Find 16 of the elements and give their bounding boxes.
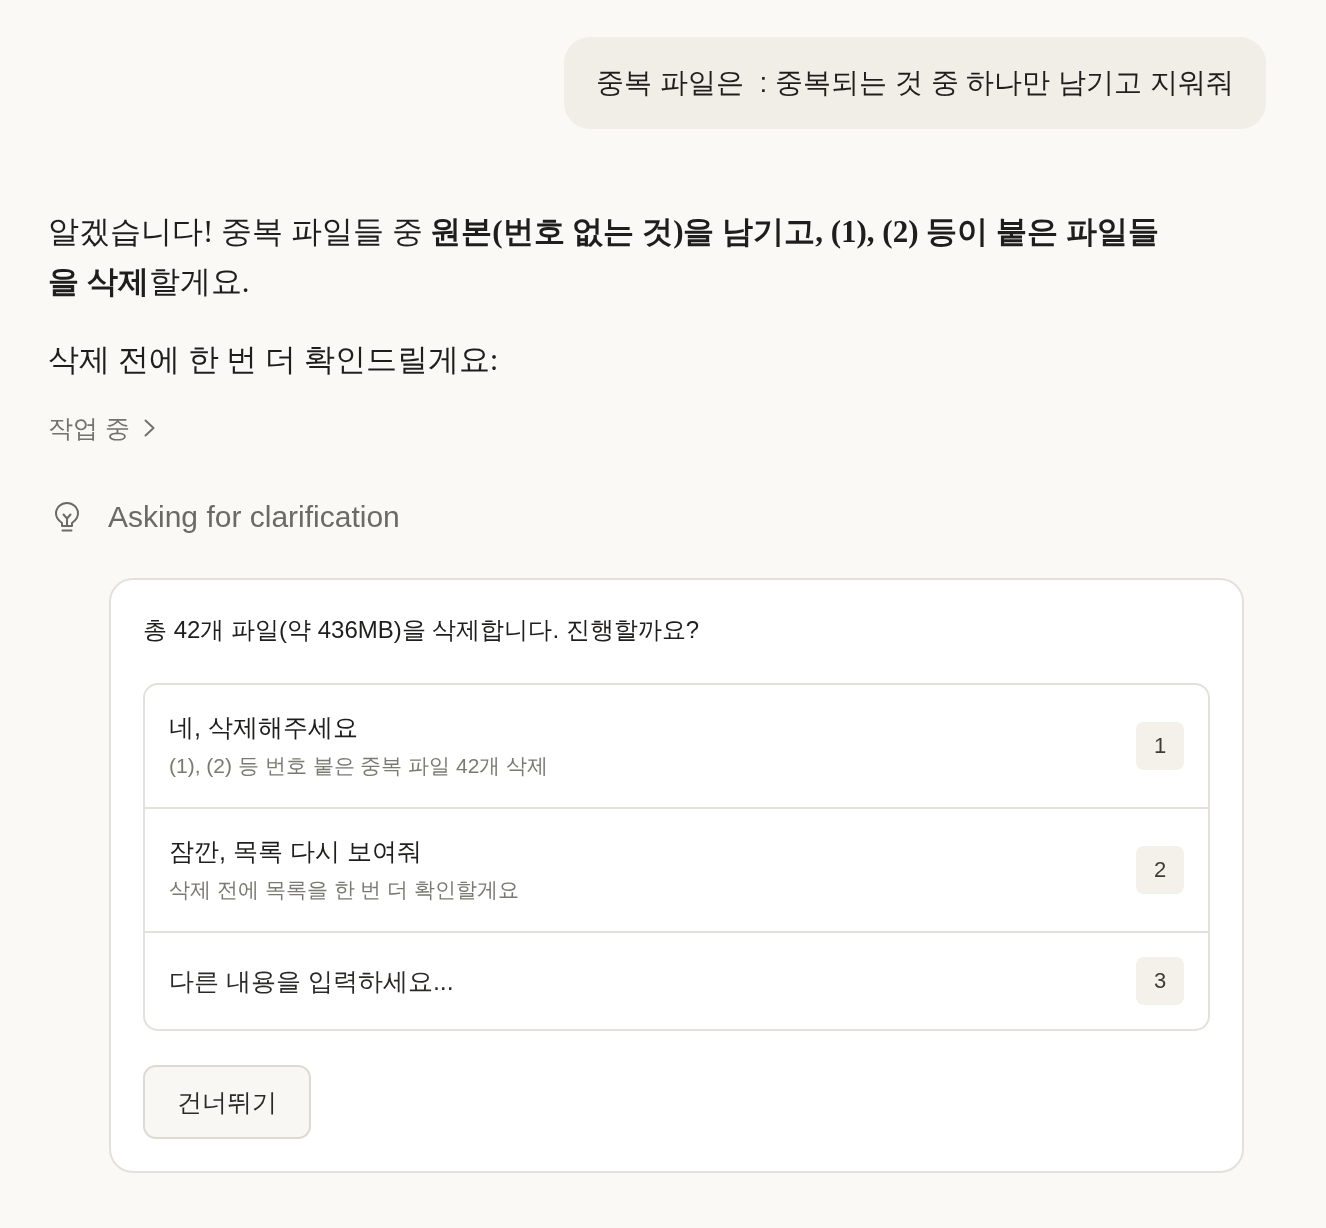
assistant-paragraph: 알겠습니다! 중복 파일들 중 원본(번호 없는 것)을 남기고, (1), (2) 등이 붙은 파일들을 삭제할게요. bbox=[48, 213, 1160, 301]
skip-button[interactable]: 건너뛰기 bbox=[143, 1065, 311, 1139]
assistant-paragraph: 삭제 전에 한 번 더 확인드릴게요: bbox=[48, 341, 500, 379]
option-description: (1), (2) 등 번호 붙은 중복 파일 42개 삭제 bbox=[169, 753, 549, 779]
lightbulb-icon bbox=[54, 502, 80, 532]
status-label: Asking for clarification bbox=[108, 499, 400, 535]
option-description: 삭제 전에 목록을 한 번 더 확인할게요 bbox=[169, 877, 519, 903]
shortcut-key: 3 bbox=[1136, 957, 1184, 1005]
shortcut-key: 2 bbox=[1136, 845, 1184, 894]
question-text: 총 42개 파일(약 436MB)을 삭제합니다. 진행할까요? bbox=[143, 615, 701, 645]
shortcut-key: 1 bbox=[1136, 721, 1184, 770]
user-message: 중복 파일은 : 중복되는 것 중 하나만 남기고 지워줘 bbox=[564, 37, 1266, 129]
other-answer-field[interactable]: 다른 내용을 입력하세요... bbox=[169, 963, 1120, 999]
option-title[interactable]: 잠깐, 목록 다시 보여줘 bbox=[169, 833, 422, 869]
activity-toggle[interactable]: 작업 중 bbox=[48, 410, 155, 446]
option-title[interactable]: 네, 삭제해주세요 bbox=[169, 709, 358, 745]
